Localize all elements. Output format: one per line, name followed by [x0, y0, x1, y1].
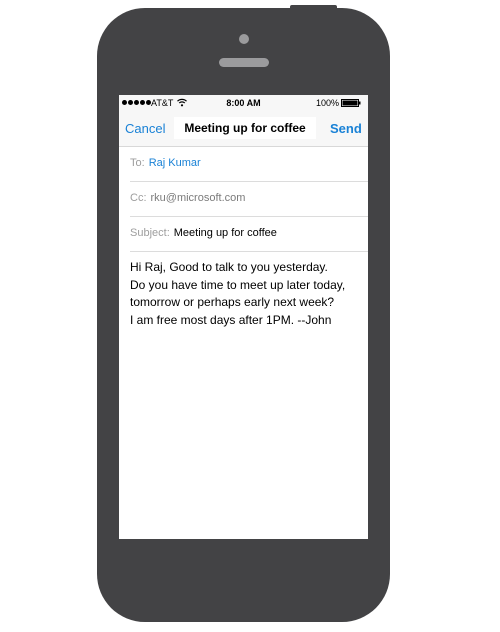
to-recipient[interactable]: Raj Kumar [149, 157, 201, 169]
body-line: I am free most days after 1PM. --John [130, 312, 332, 327]
to-label: To: [130, 157, 145, 169]
compose-title: Meeting up for coffee [174, 117, 316, 139]
subject-label: Subject: [130, 227, 170, 239]
battery-percent: 100% [316, 98, 340, 108]
to-field[interactable]: To: Raj Kumar [130, 146, 368, 182]
battery-icon [341, 99, 361, 107]
cc-recipient[interactable]: rku@microsoft.com [151, 192, 246, 204]
subject-field[interactable]: Subject: Meeting up for coffee [130, 216, 368, 252]
compose-nav-bar: Cancel Meeting up for coffee Send [119, 112, 368, 147]
cancel-button[interactable]: Cancel [125, 121, 165, 136]
subject-value[interactable]: Meeting up for coffee [174, 227, 277, 239]
speaker-grille [219, 58, 269, 67]
cc-field[interactable]: Cc: rku@microsoft.com [130, 181, 368, 217]
message-body[interactable]: Hi Raj, Good to talk to you yesterday. D… [130, 259, 366, 329]
cc-label: Cc: [130, 192, 147, 204]
status-bar: AT&T 8:00 AM 100% [119, 95, 368, 112]
body-line: tomorrow or perhaps early next week? [130, 295, 335, 309]
body-line: Hi Raj, Good to talk to you yesterday. [130, 260, 328, 274]
phone-screen: AT&T 8:00 AM 100% Cancel Meeting up for … [119, 95, 368, 539]
camera-icon [239, 34, 249, 44]
send-button[interactable]: Send [330, 121, 362, 136]
body-line: Do you have time to meet up later today, [130, 277, 346, 292]
